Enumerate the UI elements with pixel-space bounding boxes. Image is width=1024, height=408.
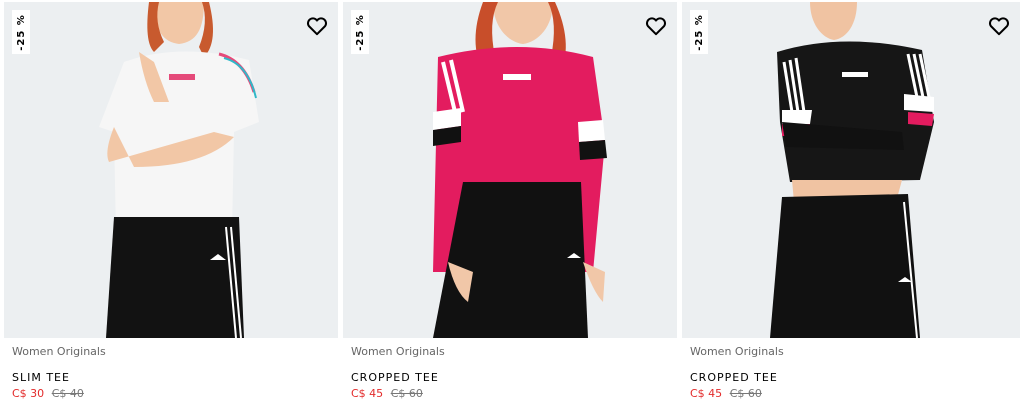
original-price: C$ 40 bbox=[51, 387, 84, 400]
model-photo bbox=[770, 2, 934, 338]
product-grid: -25 % Women Originals SLIM TEE C$ 30 C$ … bbox=[0, 0, 1024, 408]
product-image[interactable]: -25 % bbox=[4, 2, 338, 338]
original-price: C$ 60 bbox=[729, 387, 762, 400]
sale-price: C$ 30 bbox=[12, 387, 45, 400]
price-block: C$ 45 C$ 60 bbox=[351, 387, 423, 400]
heart-outline-icon[interactable] bbox=[988, 16, 1010, 36]
price-block: C$ 45 C$ 60 bbox=[690, 387, 762, 400]
product-category: Women Originals bbox=[690, 345, 784, 358]
sale-price: C$ 45 bbox=[351, 387, 384, 400]
product-card[interactable]: -25 % Women Originals CROPPED TEE C$ 45 … bbox=[343, 0, 677, 408]
price-block: C$ 30 C$ 40 bbox=[12, 387, 84, 400]
product-category: Women Originals bbox=[12, 345, 106, 358]
model-photo bbox=[433, 2, 607, 338]
product-image[interactable]: -25 % bbox=[682, 2, 1020, 338]
product-card[interactable]: -25 % Women Originals SLIM TEE C$ 30 C$ … bbox=[4, 0, 338, 408]
discount-badge: -25 % bbox=[690, 10, 708, 54]
discount-badge: -25 % bbox=[351, 10, 369, 54]
heart-outline-icon[interactable] bbox=[306, 16, 328, 36]
discount-badge: -25 % bbox=[12, 10, 30, 54]
heart-outline-icon[interactable] bbox=[645, 16, 667, 36]
product-name[interactable]: CROPPED TEE bbox=[351, 371, 439, 384]
product-name[interactable]: CROPPED TEE bbox=[690, 371, 778, 384]
product-card[interactable]: -25 % Women Originals CROPPED TEE C$ 45 … bbox=[682, 0, 1020, 408]
product-name[interactable]: SLIM TEE bbox=[12, 371, 70, 384]
product-image[interactable]: -25 % bbox=[343, 2, 677, 338]
original-price: C$ 60 bbox=[390, 387, 423, 400]
sale-price: C$ 45 bbox=[690, 387, 723, 400]
product-category: Women Originals bbox=[351, 345, 445, 358]
model-photo bbox=[99, 2, 259, 338]
